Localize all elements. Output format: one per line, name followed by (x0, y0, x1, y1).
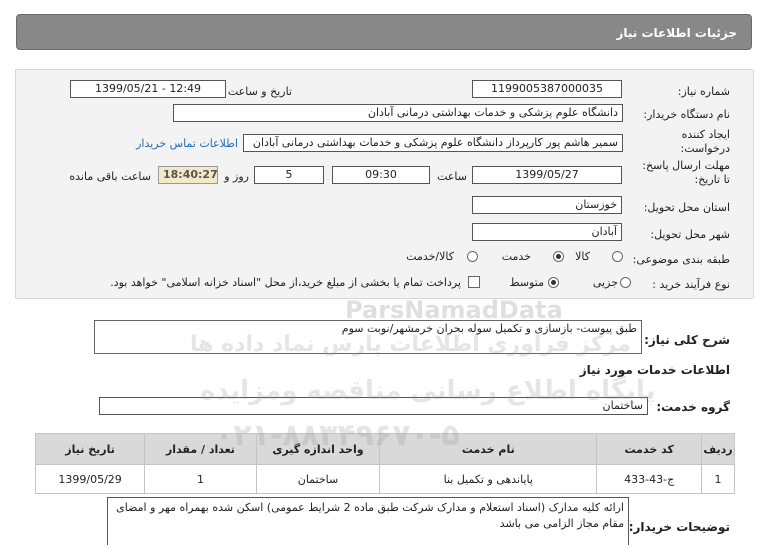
deadline-label-line2: تا تاریخ: (694, 173, 730, 186)
page-header: جزئیات اطلاعات نیاز (16, 14, 752, 50)
city-label: شهر محل تحویل: (650, 228, 730, 241)
province-field: خوزستان (472, 196, 622, 214)
category-goods-service-radio[interactable] (467, 251, 478, 262)
services-info-title: اطلاعات خدمات مورد نیاز (579, 363, 730, 377)
buyer-notes-field: ارائه کلیه مدارک (اسناد استعلام و مدارک … (107, 497, 629, 545)
days-label: روز و (224, 170, 249, 183)
col-need-date: تاریخ نیاز (34, 433, 146, 465)
deadline-date-field: 1399/05/27 (472, 166, 622, 184)
description-label: شرح کلی نیاز: (644, 333, 730, 347)
creator-label-line1: ایجاد کننده (681, 128, 730, 141)
category-service-radio[interactable] (553, 251, 564, 262)
deadline-label-line1: مهلت ارسال پاسخ: (642, 159, 730, 172)
page-title: جزئیات اطلاعات نیاز (616, 26, 737, 40)
remaining-timer: 18:40:27 (158, 166, 218, 184)
col-row-number: ردیف (701, 433, 735, 465)
cell-row-number: 1 (701, 464, 735, 494)
cell-quantity: 1 (144, 464, 257, 494)
creator-field: سمیر هاشم پور کارپرداز دانشگاه علوم پزشک… (243, 134, 623, 152)
remaining-label: ساعت باقی مانده (69, 170, 151, 183)
buyer-contact-link[interactable]: اطلاعات تماس خریدار (136, 137, 238, 150)
announce-field: 1399/05/21 - 12:49 (70, 80, 226, 98)
buyer-field: دانشگاه علوم پزشکی و خدمات بهداشتی درمان… (173, 104, 623, 122)
process-minor-label: جزیی (592, 276, 618, 289)
process-medium-radio[interactable] (548, 277, 559, 288)
category-goods-service-label: کالا/خدمت (406, 250, 454, 263)
deadline-time-label: ساعت (437, 170, 467, 183)
watermark-phone: ۰۲۱-۸۸۳۴۹۶۷۰-۵ (215, 418, 460, 453)
need-number-label: شماره نیاز: (677, 85, 730, 98)
buyer-notes-label: توضیحات خریدار: (628, 520, 730, 534)
cell-service-code: ج-43-433 (596, 464, 703, 494)
category-goods-radio[interactable] (612, 251, 623, 262)
process-label: نوع فرآیند خرید : (652, 278, 730, 291)
category-label: طبقه بندی موضوعی: (632, 253, 730, 266)
buyer-label: نام دستگاه خریدار: (643, 108, 730, 121)
process-medium-label: متوسط (509, 276, 544, 289)
cell-unit: ساختمان (255, 464, 381, 494)
table-row: 1 ج-43-433 پایاندهی و تکمیل بنا ساختمان … (34, 464, 735, 494)
province-label: استان محل تحویل: (643, 201, 730, 214)
category-goods-label: کالا (575, 250, 590, 263)
watermark-line2: پایگاه اطلاع رسانی مناقصه ومزایده (200, 376, 656, 406)
service-group-label: گروه خدمت: (656, 400, 730, 414)
cell-service-name: پایاندهی و تکمیل بنا (379, 464, 598, 494)
deadline-time-field: 09:30 (332, 166, 430, 184)
cell-need-date: 1399/05/29 (34, 464, 146, 494)
payment-note: پرداخت تمام یا بخشی از مبلغ خرید،از محل … (110, 276, 461, 289)
process-minor-radio[interactable] (620, 277, 631, 288)
col-service-code: کد خدمت (596, 433, 703, 465)
watermark-line1: مرکز فراوری اطلاعات پارس نماد داده ها (190, 332, 631, 357)
need-number-field: 1199005387000035 (472, 80, 622, 98)
category-service-label: خدمت (501, 250, 531, 263)
treasury-payment-checkbox[interactable] (468, 276, 480, 288)
creator-label-line2: درخواست: (680, 142, 730, 155)
page: جزئیات اطلاعات نیاز شماره نیاز: 11990053… (0, 0, 770, 545)
days-field: 5 (254, 166, 324, 184)
watermark-brand: ParsNamadData (345, 296, 563, 324)
city-field: آبادان (472, 223, 622, 241)
